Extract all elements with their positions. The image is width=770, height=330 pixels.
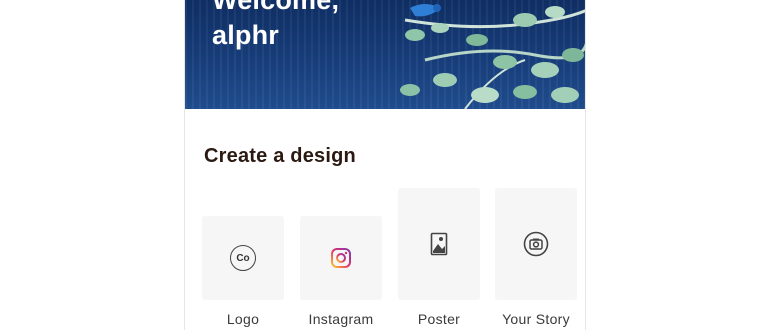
design-tile-your-story[interactable] bbox=[495, 188, 577, 300]
welcome-banner: Welcome, alphr bbox=[185, 0, 585, 109]
design-label-your-story[interactable]: Your Story bbox=[486, 311, 585, 327]
welcome-greeting: Welcome, alphr bbox=[212, 0, 340, 50]
camera-icon bbox=[523, 231, 549, 257]
logo-icon-text: Co bbox=[236, 252, 250, 264]
app-screen: Welcome, alphr Create a design Co Logo I… bbox=[184, 0, 586, 330]
design-tile-poster[interactable] bbox=[398, 188, 480, 300]
design-tile-logo[interactable]: Co bbox=[202, 216, 284, 300]
design-label-logo[interactable]: Logo bbox=[193, 311, 293, 327]
design-label-poster[interactable]: Poster bbox=[389, 311, 489, 327]
leaf-illustration bbox=[400, 4, 585, 109]
instagram-icon bbox=[331, 248, 351, 268]
create-design-heading: Create a design bbox=[204, 145, 356, 167]
logo-co-icon: Co bbox=[230, 245, 256, 271]
design-label-instagram[interactable]: Instagram bbox=[291, 311, 391, 327]
poster-image-icon bbox=[430, 232, 448, 256]
design-tile-instagram[interactable] bbox=[300, 216, 382, 300]
